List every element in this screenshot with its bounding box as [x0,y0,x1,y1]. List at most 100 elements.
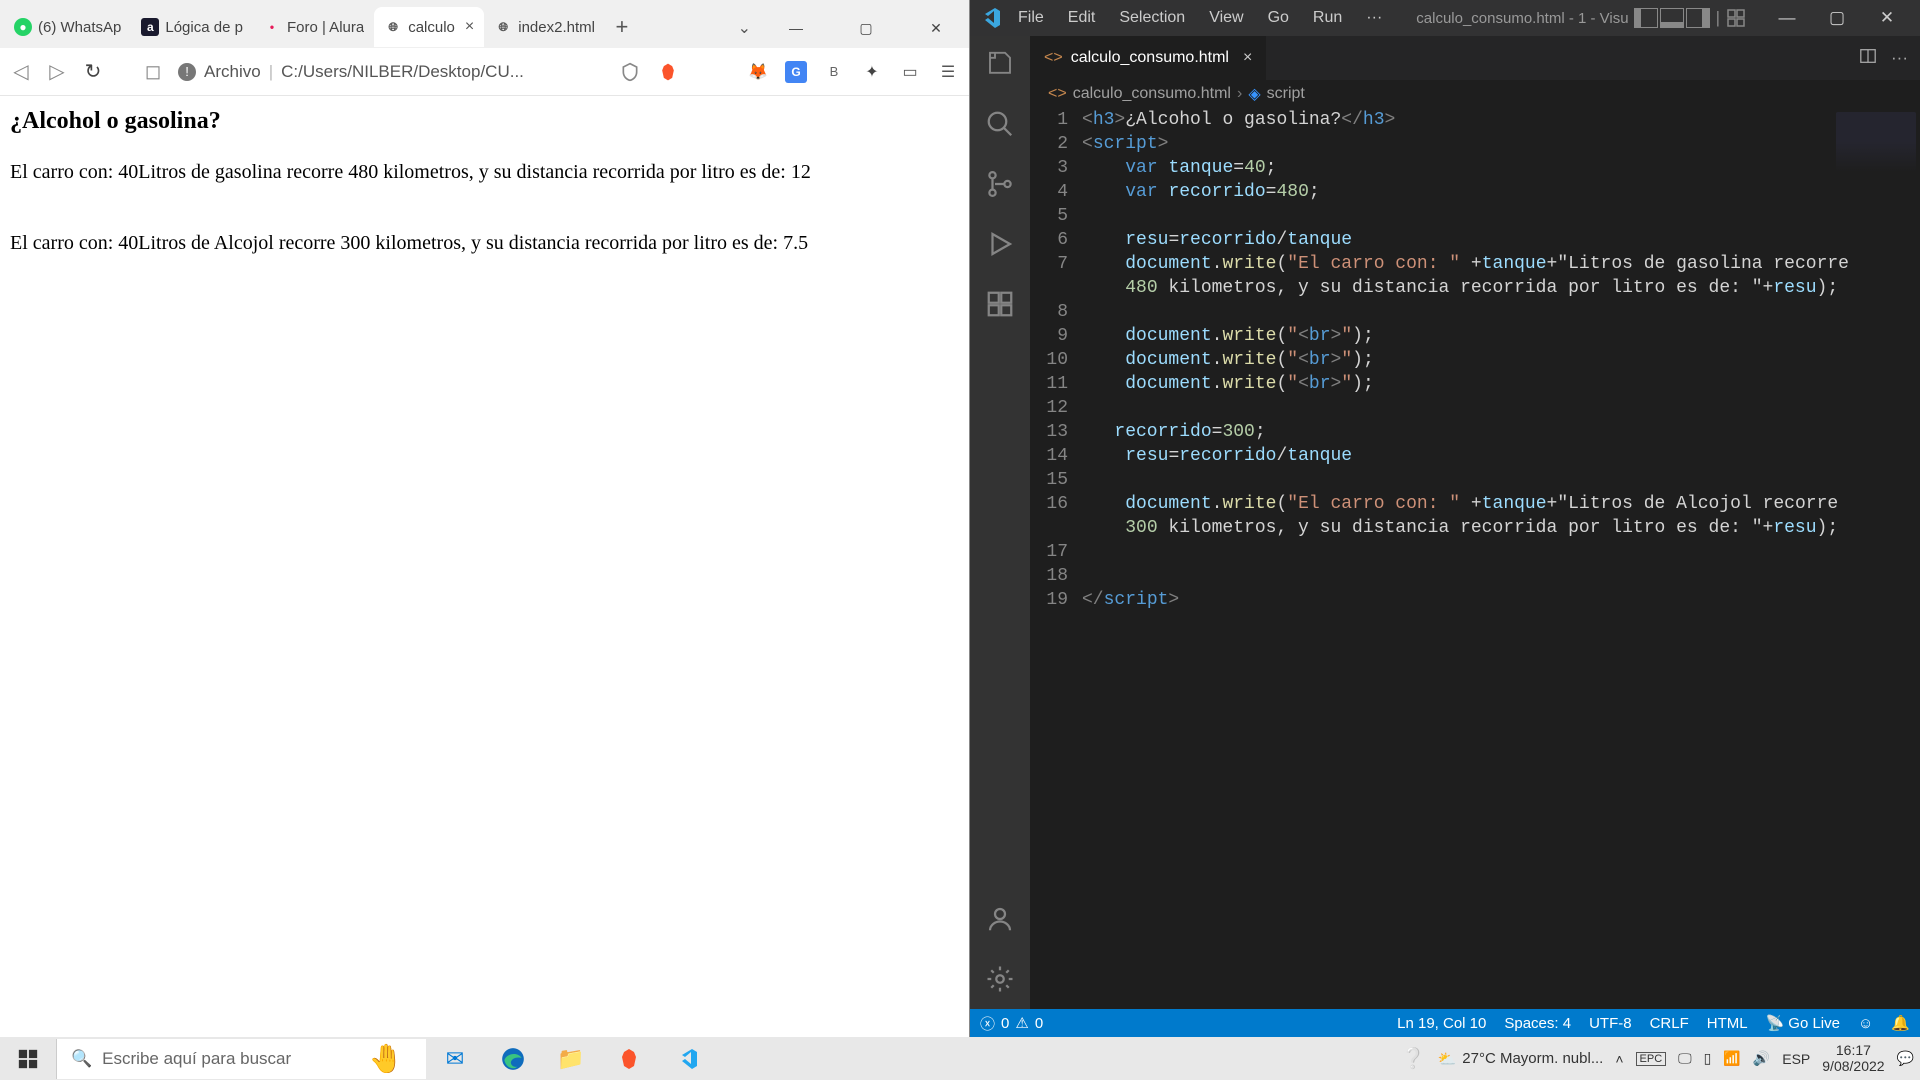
tab-whatsapp[interactable]: ● (6) WhatsAp [4,7,131,47]
layout-panel-icon[interactable] [1660,8,1684,28]
forward-button[interactable]: ▷ [46,59,68,84]
translate-icon[interactable]: G [785,61,807,83]
indentation[interactable]: Spaces: 4 [1504,1015,1571,1032]
maximize-button[interactable]: ▢ [1812,0,1862,36]
avatar-b[interactable]: B [823,61,845,83]
vscode-window: File Edit Selection View Go Run ··· calc… [970,0,1920,1037]
bookmark-icon[interactable]: ◻ [142,59,164,84]
window-title: calculo_consumo.html - 1 - Visual... [1416,10,1627,27]
browser-viewport: ¿Alcohol o gasolina? El carro con: 40Lit… [0,96,969,315]
cursor-position[interactable]: Ln 19, Col 10 [1397,1015,1486,1032]
minimize-button[interactable]: — [771,8,821,48]
tab-label: calculo_consumo.html [1071,49,1229,67]
go-live[interactable]: 📡Go Live [1766,1014,1840,1032]
notifications-icon[interactable]: 💬 [1897,1050,1914,1067]
dot-icon: • [263,18,281,36]
layout-sidebar-icon[interactable] [1634,8,1658,28]
tab-calculo[interactable]: 🌐︎ calculo × [374,7,484,47]
wallet-icon[interactable]: ▭ [899,61,921,83]
menu-icon[interactable]: ☰ [937,61,959,83]
menu-edit[interactable]: Edit [1058,5,1106,31]
clock[interactable]: 16:17 9/08/2022 [1822,1043,1884,1074]
editor-area: <> calculo_consumo.html × ··· <> calculo… [1030,36,1920,1009]
source-control-icon[interactable] [984,168,1016,200]
close-button[interactable]: ✕ [1862,0,1912,36]
maximize-button[interactable]: ▢ [841,8,891,48]
metamask-icon[interactable]: 🦊 [747,61,769,83]
layout-custom-icon[interactable] [1726,8,1750,28]
reload-button[interactable]: ↻ [82,59,104,84]
encoding[interactable]: UTF-8 [1589,1015,1632,1032]
tray-wifi-icon[interactable]: 📶 [1723,1050,1740,1067]
tray-battery-icon[interactable]: ▯ [1704,1050,1712,1067]
app-edge[interactable] [484,1037,542,1080]
date: 9/08/2022 [1822,1059,1884,1074]
code-editor[interactable]: 12345678910111213141516171819 <h3>¿Alcoh… [1030,108,1920,1009]
brave-icon[interactable] [657,61,679,83]
feedback-icon[interactable]: ☺ [1858,1015,1873,1032]
search-icon[interactable] [984,108,1016,140]
input-language[interactable]: ESP [1782,1051,1810,1067]
error-count: 0 [1001,1015,1009,1032]
editor-tab-calculo[interactable]: <> calculo_consumo.html × [1030,36,1266,80]
breadcrumb-symbol: script [1267,85,1305,103]
browser-titlebar: ● (6) WhatsAp a Lógica de p • Foro | Alu… [0,0,969,48]
help-icon[interactable]: ❔ [1401,1046,1426,1071]
bell-icon[interactable]: 🔔 [1891,1014,1910,1032]
tray-lang-badge[interactable]: EPC [1636,1052,1667,1066]
address-bar[interactable]: ! Archivo | C:/Users/NILBER/Desktop/CU..… [178,62,524,82]
minimap[interactable] [1836,112,1916,172]
taskbar-search[interactable]: 🔍 Escribe aquí para buscar 🤚 [56,1039,426,1079]
eol[interactable]: CRLF [1650,1015,1689,1032]
html-file-icon: <> [1048,85,1067,103]
tab-foro[interactable]: • Foro | Alura [253,7,374,47]
shield-icon[interactable] [619,61,641,83]
tray-monitor-icon[interactable]: 🖵 [1678,1050,1692,1067]
close-icon[interactable]: × [465,18,474,36]
new-tab-button[interactable]: + [605,14,639,40]
tray-volume-icon[interactable]: 🔊 [1753,1050,1770,1067]
breadcrumb-file: calculo_consumo.html [1073,85,1231,103]
app-vscode[interactable] [658,1037,716,1080]
menu-run[interactable]: Run [1303,5,1352,31]
more-actions-icon[interactable]: ··· [1891,48,1908,68]
menu-selection[interactable]: Selection [1109,5,1195,31]
explorer-icon[interactable] [984,48,1016,80]
app-file-explorer[interactable]: 📁 [542,1037,600,1080]
breadcrumb[interactable]: <> calculo_consumo.html › ◈ script [1030,80,1920,108]
menu-file[interactable]: File [1008,5,1054,31]
chevron-down-icon[interactable]: ⌄ [738,18,751,38]
close-button[interactable]: ✕ [911,8,961,48]
account-icon[interactable] [984,903,1016,935]
vscode-titlebar: File Edit Selection View Go Run ··· calc… [970,0,1920,36]
app-mail[interactable]: ✉ [426,1037,484,1080]
html-file-icon: <> [1044,49,1063,67]
tab-logica[interactable]: a Lógica de p [131,7,253,47]
toolbar-extensions: 🦊 G B ✦ ▭ ☰ [619,61,959,83]
menu-more[interactable]: ··· [1356,5,1392,31]
minimize-button[interactable]: — [1762,0,1812,36]
errors-icon[interactable]: ⓧ [980,1013,995,1034]
language-mode[interactable]: HTML [1707,1015,1748,1032]
tab-index2[interactable]: 🌐︎ index2.html [484,7,605,47]
weather-widget[interactable]: ⛅ 27°C Mayorm. nubl... [1438,1050,1604,1068]
weather-text: 27°C Mayorm. nubl... [1462,1050,1603,1067]
windows-taskbar: 🔍 Escribe aquí para buscar 🤚 ✉ 📁 ❔ ⛅ 27°… [0,1037,1920,1080]
layout-right-icon[interactable] [1686,8,1710,28]
browser-toolbar: ◁ ▷ ↻ ◻ ! Archivo | C:/Users/NILBER/Desk… [0,48,969,96]
code-lines[interactable]: <h3>¿Alcohol o gasolina?</h3><script> va… [1082,108,1920,1009]
menu-view[interactable]: View [1199,5,1253,31]
warnings-icon[interactable]: ⚠ [1015,1014,1028,1032]
app-brave[interactable] [600,1037,658,1080]
tray-chevron-icon[interactable]: ˄ [1615,1051,1623,1067]
weather-icon: ⛅ [1438,1050,1457,1068]
back-button[interactable]: ◁ [10,59,32,84]
run-debug-icon[interactable] [984,228,1016,260]
extensions-icon[interactable]: ✦ [861,61,883,83]
menu-go[interactable]: Go [1258,5,1299,31]
split-editor-icon[interactable] [1859,47,1877,70]
close-icon[interactable]: × [1243,49,1252,67]
settings-gear-icon[interactable] [984,963,1016,995]
start-button[interactable] [0,1037,56,1080]
extensions-icon[interactable] [984,288,1016,320]
